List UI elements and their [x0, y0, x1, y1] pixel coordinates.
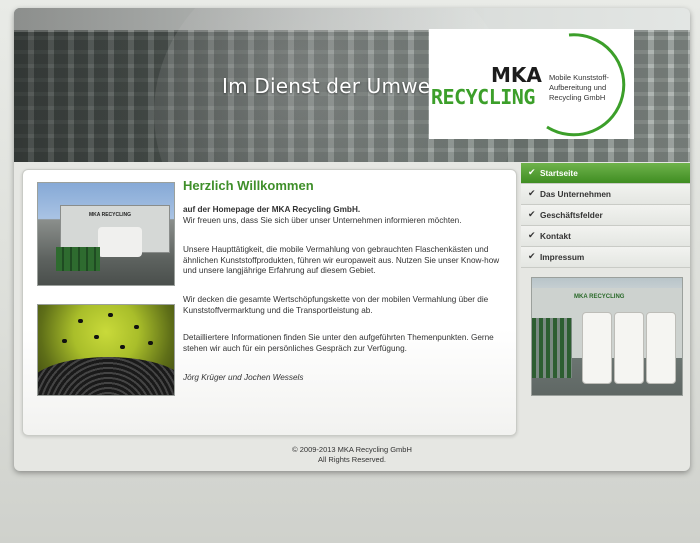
footer: © 2009-2013 MKA Recycling GmbH All Right… — [14, 445, 690, 465]
bigbag — [614, 312, 644, 384]
main-activity-text: Unsere Haupttätigkeit, die mobile Vermah… — [183, 245, 500, 275]
check-icon: ✔ — [528, 188, 536, 198]
more-info-text: Detailliertere Informationen finden Sie … — [183, 333, 494, 353]
check-icon: ✔ — [528, 230, 536, 240]
trailer-photo: MKA RECYCLING — [37, 182, 175, 286]
intro-text: Wir freuen uns, dass Sie sich über unser… — [183, 216, 462, 225]
crate-cage — [532, 318, 572, 378]
nav-item-kontakt[interactable]: ✔ Kontakt — [521, 226, 690, 247]
bigbags — [98, 227, 142, 257]
check-icon: ✔ — [528, 251, 536, 261]
check-icon: ✔ — [528, 209, 536, 219]
granulate-flake — [148, 341, 153, 345]
granulate-flake — [62, 339, 67, 343]
nav-item-das-unternehmen[interactable]: ✔ Das Unternehmen — [521, 184, 690, 205]
logo-tagline: Mobile Kunststoff- Aufbereitung und Recy… — [549, 73, 631, 103]
logo-tagline-line: Recycling GmbH — [549, 93, 606, 102]
nav-item-label: Geschäftsfelder — [540, 210, 603, 220]
nav-item-label: Startseite — [540, 168, 578, 178]
check-icon: ✔ — [528, 167, 536, 177]
crate-stack — [56, 247, 100, 271]
logo-recycling: RECYCLING — [431, 85, 535, 109]
nav-item-label: Das Unternehmen — [540, 189, 612, 199]
banner-slogan: Im Dienst der Umwelt. — [222, 74, 451, 98]
granulate-flake — [108, 313, 113, 317]
bigbag — [582, 312, 612, 384]
signature: Jörg Krüger und Jochen Wessels — [183, 373, 304, 382]
granulate-pile — [38, 357, 174, 395]
logo-mka: MKA — [491, 63, 542, 87]
sidebar-photo: MKA RECYCLING — [531, 277, 683, 396]
granulate-flake — [78, 319, 83, 323]
company-logo[interactable]: MKA RECYCLING Mobile Kunststoff- Aufbere… — [429, 29, 634, 139]
nav-item-label: Kontakt — [540, 231, 571, 241]
intro-bold: auf der Homepage der MKA Recycling GmbH. — [183, 205, 361, 214]
bigbag — [646, 312, 676, 384]
granulate-photo — [37, 304, 175, 396]
trailer-label: MKA RECYCLING — [89, 212, 132, 218]
nav-item-impressum[interactable]: ✔ Impressum — [521, 247, 690, 268]
page-title: Herzlich Willkommen — [183, 178, 314, 193]
header-banner: Im Dienst der Umwelt. MKA RECYCLING Mobi… — [14, 8, 690, 162]
value-chain-text: Wir decken die gesamte Wertschöpfungsket… — [183, 295, 489, 315]
footer-rights: All Rights Reserved. — [318, 455, 386, 464]
footer-copyright: © 2009-2013 MKA Recycling GmbH — [292, 445, 412, 454]
granulate-flake — [94, 335, 99, 339]
nav-item-label: Impressum — [540, 252, 585, 262]
granulate-flake — [134, 325, 139, 329]
container-label: MKA RECYCLING — [574, 294, 625, 300]
nav-item-geschaeftsfelder[interactable]: ✔ Geschäftsfelder — [521, 205, 690, 226]
sidebar-nav: ✔ Startseite ✔ Das Unternehmen ✔ Geschäf… — [521, 163, 690, 268]
main-content: MKA RECYCLING Herzlich Willkommen auf de… — [22, 169, 517, 436]
logo-tagline-line: Mobile Kunststoff- — [549, 73, 609, 82]
nav-item-startseite[interactable]: ✔ Startseite — [521, 163, 690, 184]
page-container: Im Dienst der Umwelt. MKA RECYCLING Mobi… — [14, 8, 690, 471]
logo-tagline-line: Aufbereitung und — [549, 83, 607, 92]
granulate-flake — [120, 345, 125, 349]
